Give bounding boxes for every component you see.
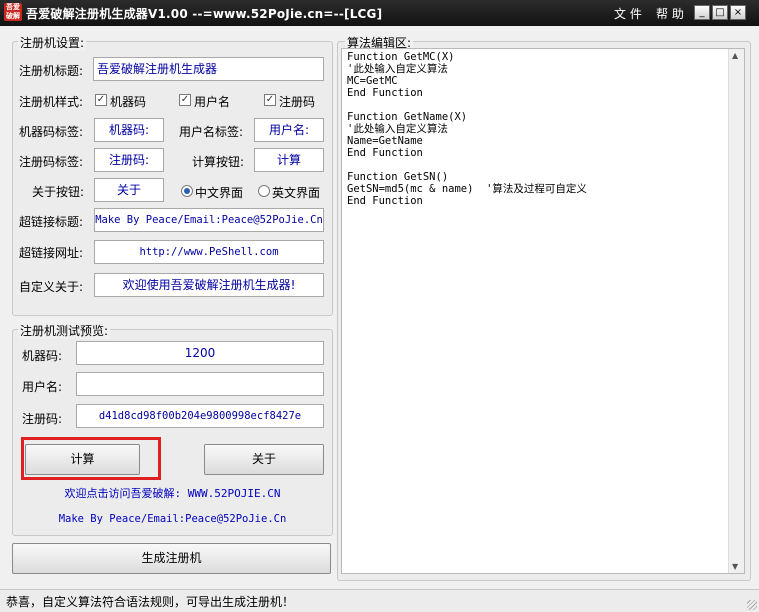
- mc-tag-input[interactable]: 机器码:: [94, 118, 164, 142]
- custom-about-input[interactable]: 欢迎使用吾爱破解注册机生成器!: [94, 273, 324, 297]
- radio-english-ui-label: 英文界面: [272, 186, 321, 200]
- app-logo-icon: 吾爱 破解: [4, 3, 22, 21]
- visit-link[interactable]: 欢迎点击访问吾爱破解: WWW.52POJIE.CN: [22, 483, 323, 505]
- code-editor[interactable]: Function GetMC(X) '此处输入自定义算法 MC=GetMC En…: [341, 48, 745, 574]
- checkbox-machine-code-label: 机器码: [110, 95, 147, 109]
- sn-tag-label: 注册码标签:: [19, 155, 84, 169]
- code-text[interactable]: Function GetMC(X) '此处输入自定义算法 MC=GetMC En…: [347, 51, 587, 207]
- link-url-input[interactable]: http://www.PeShell.com: [94, 240, 324, 264]
- menu-file[interactable]: 文 件: [614, 5, 642, 22]
- about-button[interactable]: 关于: [204, 444, 324, 475]
- title-input[interactable]: 吾爱破解注册机生成器: [93, 57, 324, 81]
- settings-group-title: 注册机设置:: [18, 34, 87, 51]
- preview-mc-label: 机器码:: [22, 349, 63, 363]
- scroll-up-icon[interactable]: ▲: [732, 51, 738, 60]
- sn-tag-input[interactable]: 注册码:: [94, 148, 164, 172]
- mc-tag-label: 机器码标签:: [19, 125, 84, 139]
- resize-grip-icon[interactable]: [747, 600, 757, 610]
- preview-mc-input[interactable]: 1200: [76, 341, 324, 365]
- preview-sn-input[interactable]: d41d8cd98f00b204e9800998ecf8427e: [76, 404, 324, 428]
- style-label: 注册机样式:: [19, 95, 84, 109]
- author-link[interactable]: Make By Peace/Email:Peace@52PoJie.Cn: [22, 509, 323, 529]
- radio-chinese-ui-label: 中文界面: [195, 186, 244, 200]
- status-text: 恭喜，自定义算法符合语法规则，可导出生成注册机！: [6, 595, 295, 609]
- link-url-label: 超链接网址:: [19, 246, 84, 260]
- checkbox-sn[interactable]: ✓: [264, 94, 276, 106]
- preview-sn-label: 注册码:: [22, 412, 63, 426]
- checkbox-username[interactable]: ✓: [179, 94, 191, 106]
- checkbox-username-label: 用户名: [194, 95, 231, 109]
- generate-button[interactable]: 生成注册机: [12, 543, 331, 574]
- close-button[interactable]: ×: [730, 5, 746, 20]
- checkbox-sn-label: 注册码: [279, 95, 316, 109]
- preview-user-input[interactable]: [76, 372, 324, 396]
- user-tag-input[interactable]: 用户名:: [254, 118, 324, 142]
- about-tag-label: 关于按钮:: [32, 185, 85, 199]
- radio-chinese-ui[interactable]: [181, 185, 193, 197]
- scroll-down-icon[interactable]: ▼: [732, 562, 738, 571]
- link-title-input[interactable]: Make By Peace/Email:Peace@52PoJie.Cn: [94, 208, 324, 232]
- title-bar: 吾爱 破解 吾爱破解注册机生成器V1.00 --=www.52PoJie.cn=-…: [0, 0, 759, 26]
- link-title-label: 超链接标题:: [19, 215, 84, 229]
- minimize-button[interactable]: _: [694, 5, 710, 20]
- highlight-box: [21, 437, 161, 480]
- checkbox-machine-code[interactable]: ✓: [95, 94, 107, 106]
- menu-help[interactable]: 帮 助: [656, 5, 684, 22]
- calc-tag-input[interactable]: 计算: [254, 148, 324, 172]
- calc-tag-label: 计算按钮:: [192, 155, 245, 169]
- title-label: 注册机标题:: [19, 64, 84, 78]
- radio-english-ui[interactable]: [258, 185, 270, 197]
- preview-user-label: 用户名:: [22, 380, 63, 394]
- about-tag-input[interactable]: 关于: [94, 178, 164, 202]
- maximize-button[interactable]: □: [712, 5, 728, 20]
- window-title: 吾爱破解注册机生成器V1.00 --=www.52PoJie.cn=--[LCG…: [26, 7, 383, 21]
- user-tag-label: 用户名标签:: [179, 125, 244, 139]
- custom-about-label: 自定义关于:: [19, 280, 84, 294]
- status-bar: 恭喜，自定义算法符合语法规则，可导出生成注册机！: [0, 589, 759, 612]
- editor-scrollbar[interactable]: ▲ ▼: [728, 49, 744, 573]
- preview-group-title: 注册机测试预览:: [18, 322, 111, 339]
